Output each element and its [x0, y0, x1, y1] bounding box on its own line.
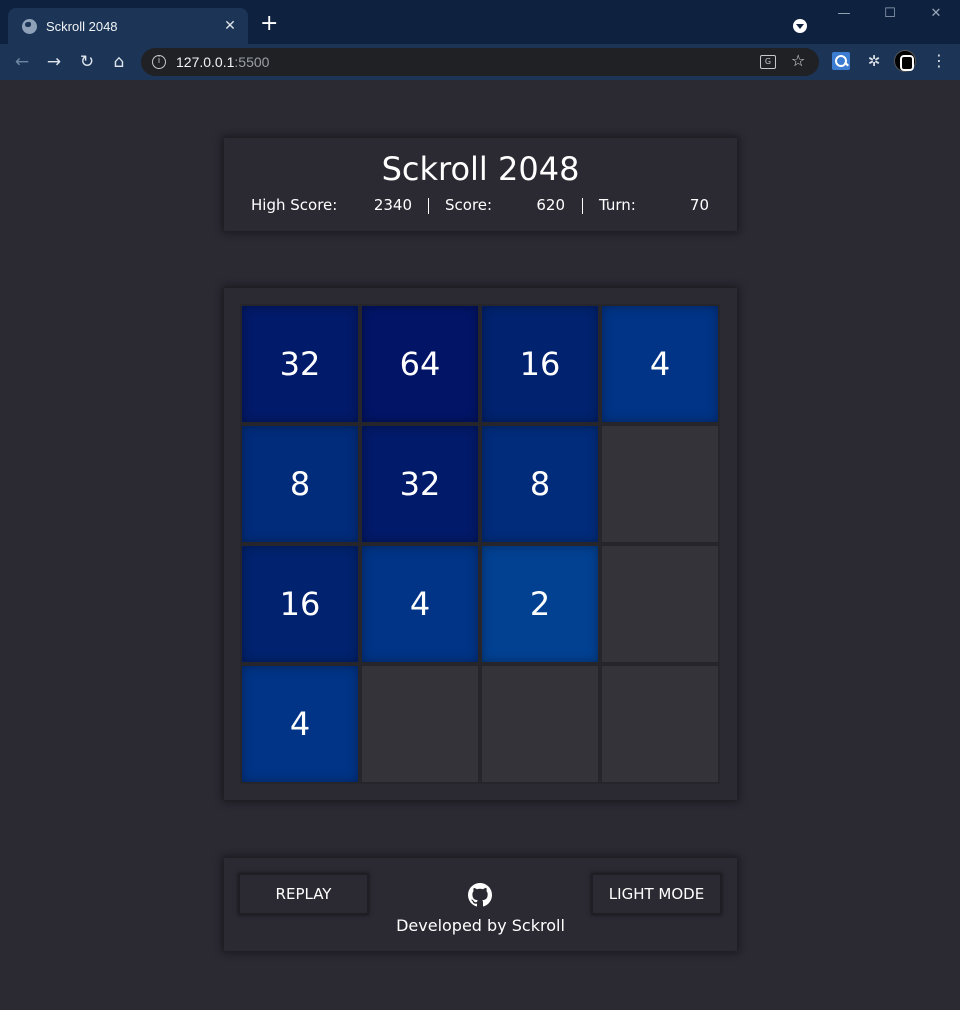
tile-4: 4	[360, 544, 480, 664]
high-score-label: High Score:	[251, 196, 338, 214]
light-mode-button[interactable]: LIGHT MODE	[591, 873, 722, 915]
stats-divider	[428, 198, 429, 214]
url-text: 127.0.0.1:5500	[176, 54, 270, 70]
stats-divider	[582, 198, 583, 214]
high-score-value: 2340	[373, 196, 412, 214]
game-title: Sckroll 2048	[381, 150, 580, 188]
game-board[interactable]: 32 64 16 4 8 32 8 16 4 2 4	[224, 288, 737, 800]
close-window-button[interactable]: ✕	[921, 6, 951, 26]
site-info-icon[interactable]: i	[152, 55, 166, 69]
reload-icon[interactable]: ↻	[75, 50, 99, 74]
home-icon[interactable]: ⌂	[107, 50, 131, 74]
browser-tab[interactable]: Sckroll 2048 ✕	[8, 8, 248, 44]
developer-credit: Developed by Sckroll	[396, 916, 565, 935]
score-header: Sckroll 2048 High Score: 2340 Score: 620…	[224, 138, 737, 231]
translate-icon[interactable]: G	[760, 55, 776, 69]
browser-titlebar: Sckroll 2048 ✕ + — ☐ ✕	[0, 0, 960, 44]
replay-button[interactable]: REPLAY	[238, 873, 369, 915]
empty-cell	[360, 664, 480, 784]
new-tab-button[interactable]: +	[260, 13, 278, 35]
turn-label: Turn:	[599, 196, 636, 214]
empty-cell	[600, 424, 720, 544]
tab-title: Sckroll 2048	[46, 18, 118, 34]
tile-64: 64	[360, 304, 480, 424]
browser-toolbar: ← → ↻ ⌂ i 127.0.0.1:5500 G ☆ ✲ ⋮	[0, 44, 960, 80]
minimize-button[interactable]: —	[829, 6, 859, 26]
github-icon[interactable]	[468, 883, 492, 907]
search-extension-icon[interactable]	[832, 52, 850, 70]
forward-arrow-icon[interactable]: →	[42, 50, 66, 74]
tile-32: 32	[240, 304, 360, 424]
profile-avatar-icon[interactable]	[894, 50, 916, 72]
tile-4: 4	[240, 664, 360, 784]
tab-search-icon[interactable]	[793, 19, 807, 33]
bookmark-star-icon[interactable]: ☆	[791, 51, 805, 70]
tile-grid[interactable]: 32 64 16 4 8 32 8 16 4 2 4	[240, 304, 720, 784]
address-bar[interactable]: i 127.0.0.1:5500 G ☆	[141, 48, 819, 76]
score-label: Score:	[445, 196, 493, 214]
maximize-button[interactable]: ☐	[875, 6, 905, 26]
tile-32: 32	[360, 424, 480, 544]
footer-panel: REPLAY Developed by Sckroll LIGHT MODE	[224, 858, 737, 951]
score-value: 620	[536, 196, 565, 214]
tile-16: 16	[240, 544, 360, 664]
tile-4: 4	[600, 304, 720, 424]
extensions-puzzle-icon[interactable]: ✲	[865, 52, 883, 70]
tile-8: 8	[240, 424, 360, 544]
stats-bar: High Score: 2340 Score: 620 Turn: 70	[224, 196, 737, 216]
tab-close-icon[interactable]: ✕	[222, 18, 238, 34]
tile-2: 2	[480, 544, 600, 664]
back-arrow-icon[interactable]: ←	[10, 50, 34, 74]
empty-cell	[480, 664, 600, 784]
empty-cell	[600, 664, 720, 784]
browser-menu-icon[interactable]: ⋮	[930, 52, 948, 70]
tile-16: 16	[480, 304, 600, 424]
tile-8: 8	[480, 424, 600, 544]
empty-cell	[600, 544, 720, 664]
globe-icon	[22, 18, 37, 34]
turn-value: 70	[689, 196, 709, 214]
